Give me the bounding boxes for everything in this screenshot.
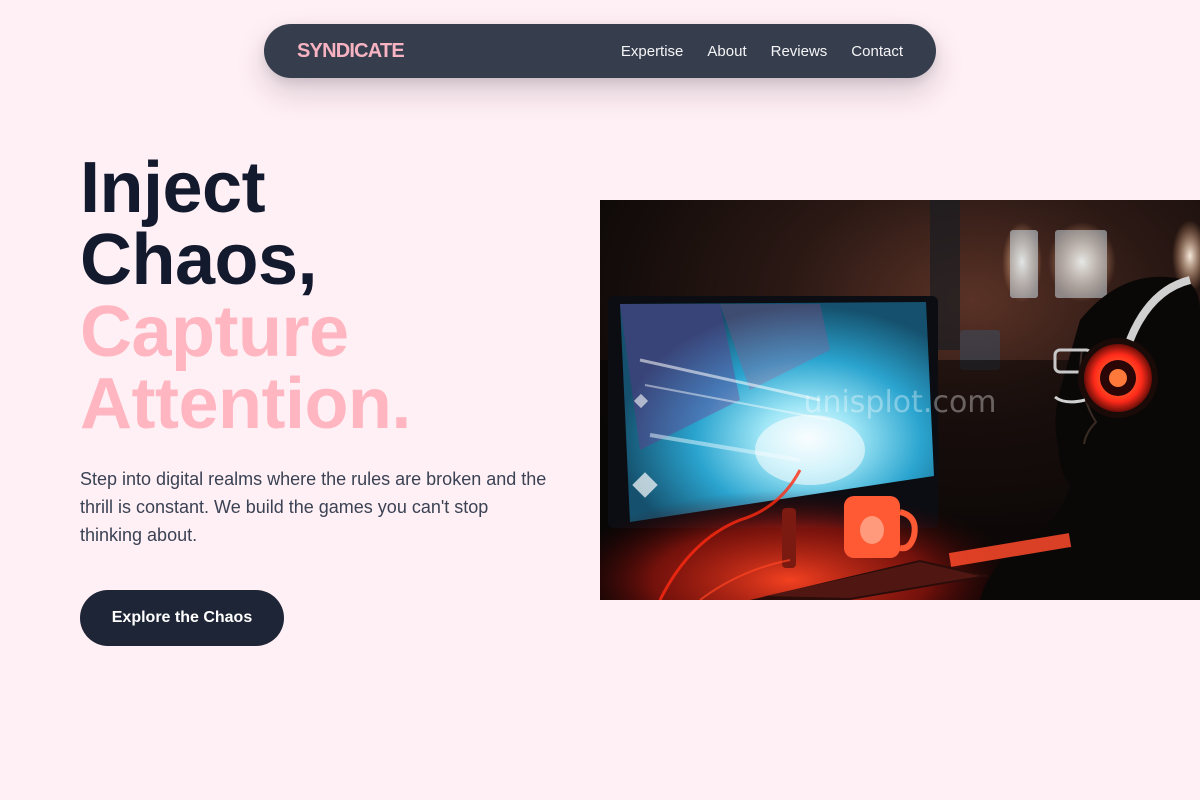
explore-chaos-button[interactable]: Explore the Chaos	[80, 590, 284, 646]
top-navbar: SYNDICATE Expertise About Reviews Contac…	[264, 24, 936, 78]
hero-title-line-2: Chaos,	[80, 220, 318, 300]
hero-title-line-4: Attention.	[80, 364, 411, 444]
nav-link-reviews[interactable]: Reviews	[771, 43, 828, 60]
nav-link-about[interactable]: About	[707, 43, 746, 60]
brand-logo[interactable]: SYNDICATE	[297, 40, 405, 63]
hero-title-line-1: Inject	[80, 148, 266, 228]
hero-description: Step into digital realms where the rules…	[80, 469, 547, 545]
nav-link-expertise[interactable]: Expertise	[621, 43, 684, 60]
image-watermark: unisplot.com	[803, 385, 996, 420]
hero-title-line-3: Capture	[80, 292, 349, 372]
nav-link-contact[interactable]: Contact	[851, 43, 903, 60]
hero-title: Inject Chaos, Capture Attention.	[80, 152, 411, 440]
hero-gamer-image: unisplot.com	[600, 200, 1200, 600]
nav-links: Expertise About Reviews Contact	[621, 43, 903, 60]
